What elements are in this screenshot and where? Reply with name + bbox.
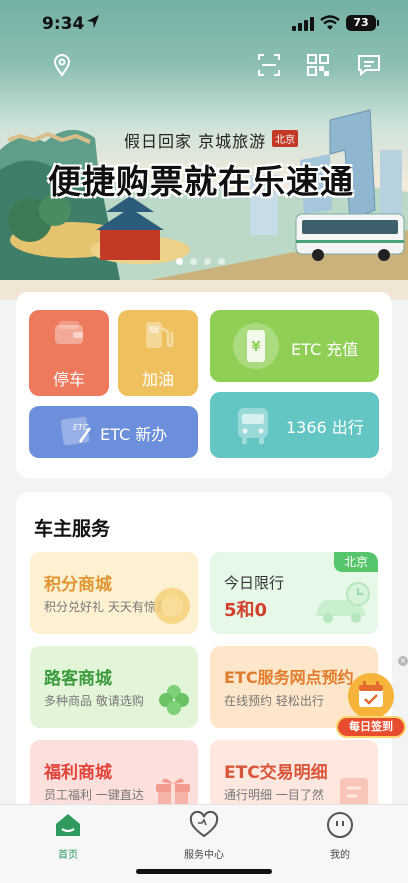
scan-icon[interactable] (256, 52, 282, 78)
home-icon (56, 814, 80, 836)
services-title: 车主服务 (34, 518, 111, 540)
luke-mall-tile[interactable]: 路客商城 多种商品 敬请选购 (30, 646, 198, 728)
bus-icon (238, 408, 268, 444)
etc-apply-label: ETC 新办 (100, 425, 168, 444)
welfare-mall-subtitle: 员工福利 一键直达 (44, 788, 144, 802)
tab-service-center[interactable]: 服务中心 (164, 810, 244, 861)
status-time: 9:34 (42, 14, 85, 34)
checkin-label: 每日签到 (336, 716, 406, 738)
battery-icon: 73 (346, 15, 376, 31)
phone-yuan-icon: ¥ (233, 323, 279, 369)
fuel-label: 加油 (142, 370, 175, 389)
points-mall-subtitle: 积分兑好礼 天天有惊喜 (44, 600, 168, 614)
banner-dot[interactable] (204, 258, 211, 265)
etc-card-icon: ETC (60, 416, 92, 446)
status-bar: 9:34 73 (0, 0, 408, 50)
travel-1366-tile[interactable]: 1366 出行 (210, 392, 379, 458)
tab-mine-label: 我的 (330, 850, 350, 861)
luke-mall-subtitle: 多种商品 敬请选购 (44, 694, 144, 708)
banner-badge: 北京 (272, 130, 298, 147)
traffic-restriction-tile[interactable]: 今日限行 5和0 北京 (210, 552, 378, 634)
etc-outlet-booking-title: ETC服务网点预约 (224, 668, 354, 687)
traffic-restriction-title: 今日限行 (224, 574, 285, 592)
tab-service-center-label: 服务中心 (184, 850, 224, 861)
clover-icon (159, 685, 189, 715)
banner-dot[interactable] (190, 258, 197, 265)
location-icon[interactable] (49, 52, 75, 78)
signal-icon (292, 17, 314, 31)
welfare-mall-title: 福利商城 (44, 763, 112, 783)
etc-transactions-title: ETC交易明细 (224, 763, 328, 783)
quick-actions-card: 停车 加油 ¥ ETC 充值 ETC ETC 新办 1366 出行 (16, 292, 392, 478)
location-arrow-icon (87, 15, 99, 28)
car-clock-icon (316, 582, 370, 623)
etc-transactions-subtitle: 通行明细 一目了然 (224, 788, 324, 802)
qr-code-icon[interactable] (305, 52, 331, 78)
coin-icon (154, 588, 190, 624)
battery-tip (377, 20, 379, 26)
fuel-tile[interactable]: 加油 (118, 310, 198, 396)
fuel-pump-icon (146, 322, 174, 348)
message-icon[interactable] (356, 52, 382, 78)
owner-services-card: 车主服务 积分商城 积分兑好礼 天天有惊喜 今日限行 5和0 北京 路客商城 多… (16, 492, 392, 822)
svg-text:¥: ¥ (251, 340, 260, 355)
etc-apply-tile[interactable]: ETC ETC 新办 (29, 406, 198, 458)
traffic-restriction-value: 5和0 (224, 600, 268, 621)
etc-recharge-label: ETC 充值 (291, 340, 359, 359)
travel-1366-label: 1366 出行 (286, 418, 364, 437)
etc-outlet-booking-subtitle: 在线预约 轻松出行 (224, 694, 324, 708)
close-checkin-icon[interactable]: × (398, 656, 408, 666)
parking-tile[interactable]: 停车 (29, 310, 109, 396)
calendar-check-icon (348, 673, 394, 719)
etc-recharge-tile[interactable]: ¥ ETC 充值 (210, 310, 379, 382)
banner-subtitle: 假日回家 京城旅游 (124, 132, 267, 151)
home-indicator (136, 869, 272, 874)
banner-pagination[interactable] (176, 258, 225, 265)
city-tag: 北京 (334, 552, 378, 572)
tab-home[interactable]: 首页 (28, 811, 108, 861)
wallet-icon (55, 321, 83, 344)
luke-mall-title: 路客商城 (44, 669, 112, 689)
tab-mine[interactable]: 我的 (300, 811, 380, 861)
points-mall-tile[interactable]: 积分商城 积分兑好礼 天天有惊喜 (30, 552, 198, 634)
heart-icon (189, 810, 219, 838)
tab-home-label: 首页 (58, 850, 78, 861)
header-banner-area: 假日回家 京城旅游 北京 便捷购票就在乐速通 9:34 73 (0, 0, 408, 300)
banner-dot[interactable] (218, 258, 225, 265)
banner-title: 便捷购票就在乐速通 (48, 162, 354, 201)
etc-card-text: ETC (73, 423, 89, 432)
profile-icon (327, 812, 353, 838)
points-mall-title: 积分商城 (44, 575, 112, 595)
wifi-icon (320, 15, 340, 30)
parking-label: 停车 (53, 370, 86, 389)
banner-dot[interactable] (176, 258, 183, 265)
daily-checkin-widget[interactable]: 每日签到 (336, 672, 406, 740)
